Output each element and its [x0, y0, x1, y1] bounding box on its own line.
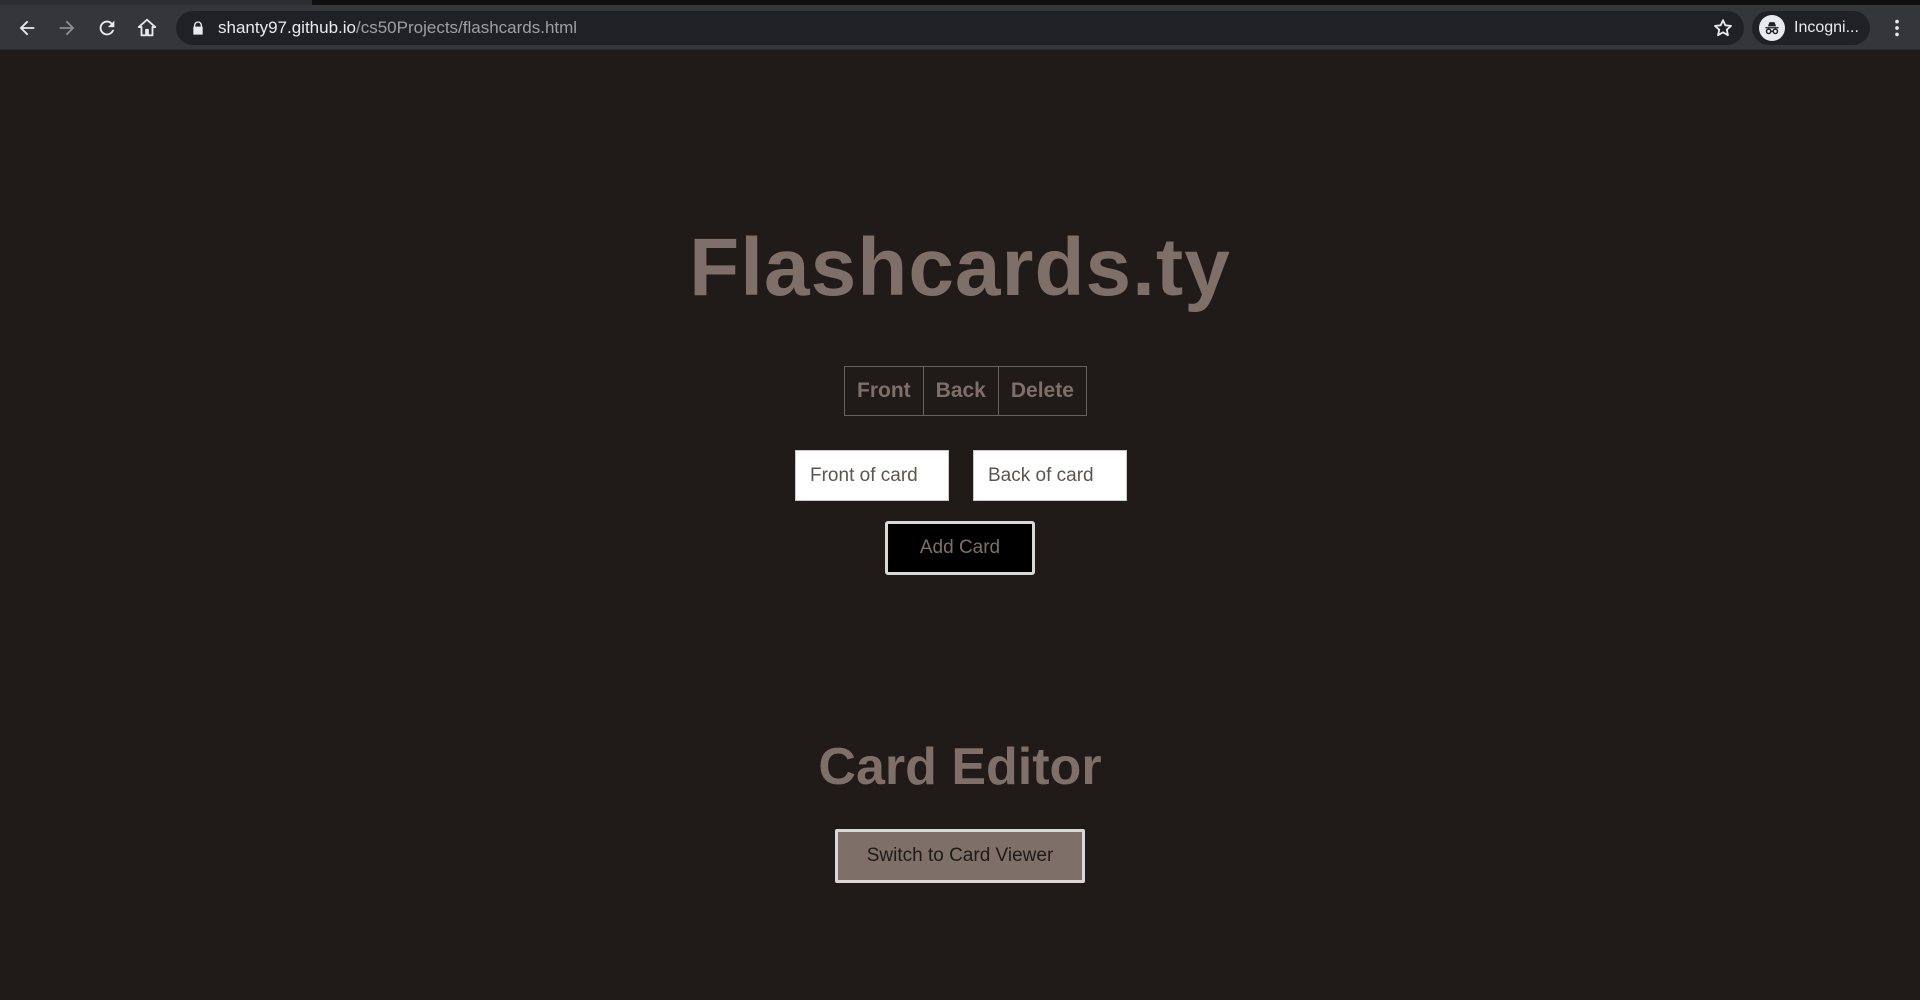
profile-label: Incogni... [1794, 19, 1859, 36]
section-title: Card Editor [818, 738, 1102, 796]
kebab-menu-icon [1895, 19, 1899, 37]
browser-toolbar: shanty97.github.io/cs50Projects/flashcar… [0, 5, 1920, 50]
switch-to-viewer-button[interactable]: Switch to Card Viewer [835, 829, 1085, 883]
browser-menu-button[interactable] [1880, 11, 1914, 45]
forward-button[interactable] [50, 11, 84, 45]
reload-icon [99, 20, 115, 36]
url-host: shanty97.github.io [218, 18, 356, 37]
back-button[interactable] [10, 11, 44, 45]
url-text[interactable]: shanty97.github.io/cs50Projects/flashcar… [218, 11, 577, 45]
add-card-button[interactable]: Add Card [885, 521, 1035, 575]
table-header-back: Back [924, 367, 999, 415]
lock-icon [193, 21, 203, 35]
incognito-icon [1765, 22, 1779, 35]
address-bar[interactable]: shanty97.github.io/cs50Projects/flashcar… [176, 11, 1744, 45]
incognito-profile-button[interactable]: Incogni... [1752, 11, 1870, 45]
home-icon [137, 18, 157, 37]
url-path: /cs50Projects/flashcards.html [356, 18, 578, 37]
cards-table: Front Back Delete [844, 366, 1087, 416]
star-icon[interactable] [1712, 17, 1734, 39]
table-header-front: Front [845, 367, 924, 415]
back-arrow-icon [19, 20, 35, 36]
page-title: Flashcards.ty [689, 222, 1231, 313]
page-content: Flashcards.ty Front Back Delete Add Card… [0, 51, 1920, 1000]
avatar [1759, 15, 1785, 41]
table-header-delete: Delete [1010, 379, 1074, 402]
front-of-card-input[interactable] [795, 450, 949, 501]
back-of-card-input[interactable] [973, 450, 1127, 501]
home-button[interactable] [130, 11, 164, 45]
forward-arrow-icon [59, 20, 75, 36]
reload-button[interactable] [90, 11, 124, 45]
